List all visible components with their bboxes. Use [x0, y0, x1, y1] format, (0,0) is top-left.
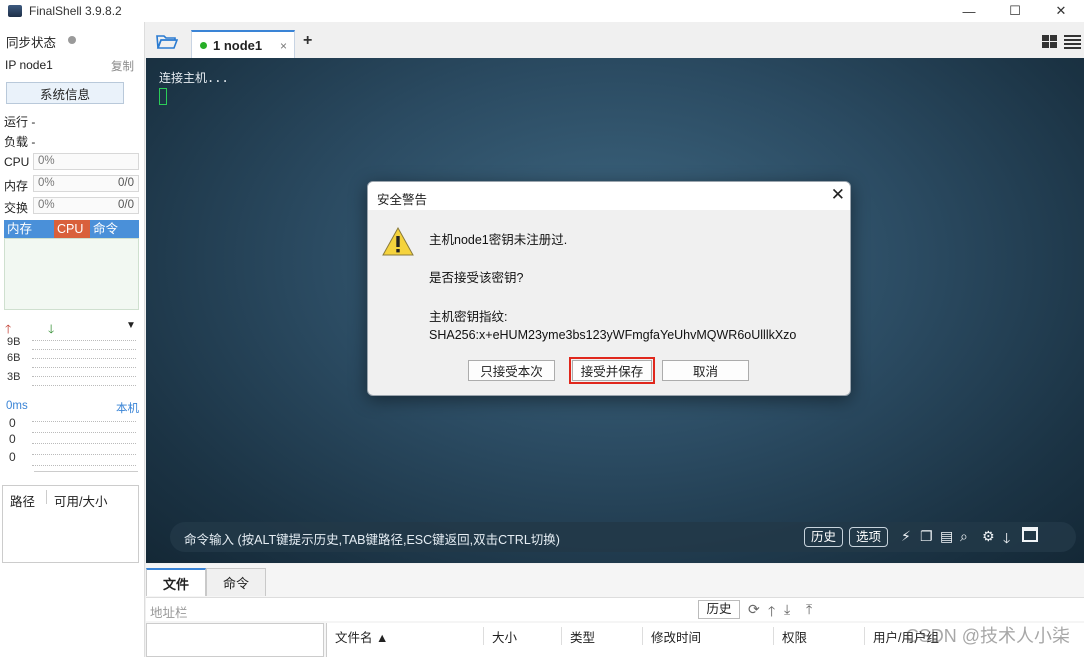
- up-directory-icon[interactable]: 🡑: [768, 601, 775, 625]
- monitor-tabs: 内存 CPU 命令: [4, 220, 139, 238]
- history-button[interactable]: 历史: [804, 527, 844, 547]
- folder-open-icon[interactable]: [156, 33, 178, 50]
- memory-meter: 内存 0% 0/0: [4, 175, 139, 193]
- title-bar: FinalShell 3.9.8.2 — ☐ ✕: [0, 0, 1084, 22]
- cancel-button[interactable]: 取消: [662, 360, 749, 381]
- tab-node1[interactable]: 1 node1 ×: [191, 30, 295, 58]
- sidebar: 同步状态 IP node1 复制 系统信息 运行 - 负载 - CPU 0% 内…: [0, 22, 145, 657]
- command-input-hint: 命令输入 (按ALT键提示历史,TAB键路径,ESC键返回,双击CTRL切换): [184, 533, 560, 547]
- accept-once-button[interactable]: 只接受本次: [468, 360, 555, 381]
- directory-tree[interactable]: [146, 623, 324, 657]
- upload-file-icon[interactable]: ⤒: [806, 601, 812, 618]
- address-input[interactable]: 地址栏: [150, 602, 188, 621]
- ping-value-2: 0: [9, 432, 16, 446]
- dialog-header: 安全警告 ✕: [368, 182, 850, 210]
- security-warning-dialog: 安全警告 ✕ 主机node1密钥未注册过. 是否接受该密钥? 主机密钥指纹: S…: [367, 181, 851, 396]
- maximize-button[interactable]: ☐: [992, 0, 1038, 22]
- ping-latency: 0ms: [6, 400, 28, 412]
- refresh-icon[interactable]: ⟳: [748, 601, 760, 618]
- command-input-bar[interactable]: 命令输入 (按ALT键提示历史,TAB键路径,ESC键返回,双击CTRL切换) …: [170, 522, 1076, 552]
- download-file-icon[interactable]: ⤓: [784, 601, 790, 618]
- minimize-button[interactable]: —: [946, 0, 992, 22]
- column-filename[interactable]: 文件名 ▲: [327, 627, 388, 645]
- network-header: 🡑 🡓 ▼: [4, 320, 139, 336]
- net-scale-3: 3B: [7, 371, 21, 383]
- paste-icon[interactable]: ▤: [940, 528, 953, 545]
- address-bar: 地址栏 历史 ⟳ 🡑 ⤓ ⤒: [146, 597, 1084, 621]
- ping-header: 0ms 本机: [6, 400, 139, 415]
- search-icon[interactable]: ⌕: [960, 528, 968, 545]
- swap-value: 0%: [38, 199, 55, 211]
- network-interface-dropdown-icon[interactable]: ▼: [126, 320, 136, 331]
- run-label: 运行 -: [4, 115, 36, 129]
- tab-commands[interactable]: 命令: [206, 568, 266, 596]
- download-icon[interactable]: 🡓: [1003, 528, 1010, 552]
- column-permissions[interactable]: 权限: [773, 627, 807, 645]
- swap-usage: 0/0: [118, 199, 134, 211]
- warning-icon: [382, 227, 414, 256]
- disk-path-header: 路径: [10, 495, 36, 509]
- app-logo-icon: [8, 5, 22, 17]
- net-scale-2: 6B: [7, 352, 21, 364]
- memory-label: 内存: [4, 179, 29, 193]
- cpu-meter: CPU 0%: [4, 153, 139, 170]
- load-label: 负载 -: [4, 135, 36, 149]
- column-modified[interactable]: 修改时间: [642, 627, 701, 645]
- swap-label: 交换: [4, 201, 29, 215]
- ping-target[interactable]: 本机: [116, 400, 139, 416]
- download-arrow-icon: 🡓: [48, 322, 55, 336]
- column-type[interactable]: 类型: [561, 627, 595, 645]
- ping-value-3: 0: [9, 450, 16, 464]
- close-tab-icon[interactable]: ×: [280, 39, 287, 53]
- net-scale-1: 9B: [7, 336, 21, 348]
- watermark: CSDN @技术人小柒: [905, 626, 1070, 646]
- gear-icon[interactable]: ⚙: [982, 528, 995, 545]
- memory-value: 0%: [38, 177, 55, 189]
- dialog-close-icon[interactable]: ✕: [831, 185, 845, 205]
- sync-status-indicator: [68, 36, 76, 44]
- options-button[interactable]: 选项: [849, 527, 889, 547]
- disk-panel: 路径 可用/大小: [2, 485, 139, 563]
- tab-command[interactable]: 命令: [90, 220, 139, 238]
- process-list-panel: [4, 238, 139, 310]
- tab-cpu[interactable]: CPU: [54, 220, 90, 238]
- close-window-button[interactable]: ✕: [1038, 0, 1084, 22]
- copy-ip-button[interactable]: 复制: [111, 58, 134, 74]
- cpu-value: 0%: [38, 155, 55, 167]
- system-info-button[interactable]: 系统信息: [6, 82, 124, 104]
- sync-status-label: 同步状态: [6, 36, 57, 50]
- lightning-icon[interactable]: ⚡: [901, 528, 911, 545]
- dialog-message-line2: 是否接受该密钥?: [429, 271, 524, 285]
- ping-value-1: 0: [9, 416, 16, 430]
- swap-meter: 交换 0% 0/0: [4, 197, 139, 215]
- add-tab-button[interactable]: +: [303, 32, 312, 50]
- dialog-title: 安全警告: [377, 193, 428, 207]
- tab-memory[interactable]: 内存: [4, 220, 54, 238]
- file-history-button[interactable]: 历史: [698, 600, 740, 619]
- accept-and-save-button[interactable]: 接受并保存: [569, 357, 655, 384]
- session-tab-strip: 1 node1 × +: [146, 27, 1084, 58]
- connection-status-dot: [200, 41, 207, 49]
- dialog-fingerprint-value: SHA256:x+eHUM23yme3bs123yWFmgfaYeUhvMQWR…: [429, 328, 797, 342]
- window-icon[interactable]: [1022, 527, 1038, 542]
- terminal-cursor: [159, 88, 167, 105]
- copy-icon[interactable]: ❐: [920, 528, 933, 545]
- tab-files[interactable]: 文件: [146, 568, 206, 596]
- disk-size-header: 可用/大小: [54, 495, 108, 509]
- terminal-output: 连接主机...: [159, 71, 229, 85]
- ip-label: IP node1: [5, 58, 53, 72]
- tab-node1-label: 1 node1: [213, 37, 263, 53]
- layout-switch-icon[interactable]: [1042, 35, 1082, 49]
- dialog-message-line1: 主机node1密钥未注册过.: [429, 233, 568, 247]
- column-size[interactable]: 大小: [483, 627, 517, 645]
- window-title: FinalShell 3.9.8.2: [29, 4, 122, 18]
- dialog-fingerprint-label: 主机密钥指纹:: [429, 310, 508, 324]
- file-panel: 文件 命令 地址栏 历史 ⟳ 🡑 ⤓ ⤒ 文件名 ▲ 大小 类型 修改时间 权限…: [146, 564, 1084, 657]
- cpu-label: CPU: [4, 155, 30, 169]
- memory-usage: 0/0: [118, 177, 134, 189]
